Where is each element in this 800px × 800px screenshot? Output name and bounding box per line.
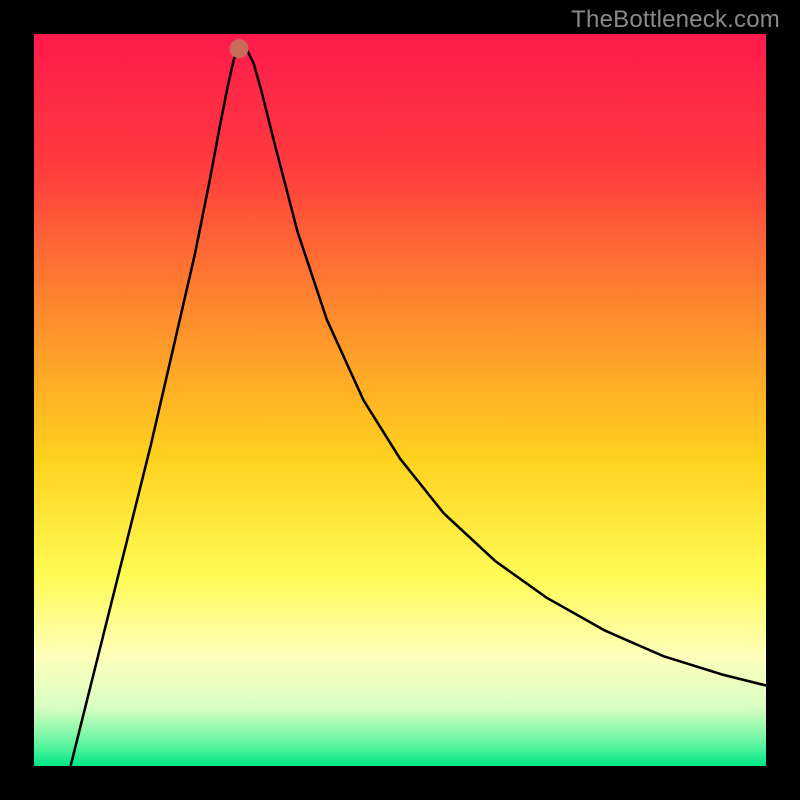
watermark-text: TheBottleneck.com: [571, 6, 780, 34]
plot-area: [34, 34, 766, 766]
bottleneck-chart: [0, 0, 800, 800]
minimum-marker: [230, 39, 249, 58]
chart-container: { "watermark": "TheBottleneck.com", "cha…: [0, 0, 800, 800]
